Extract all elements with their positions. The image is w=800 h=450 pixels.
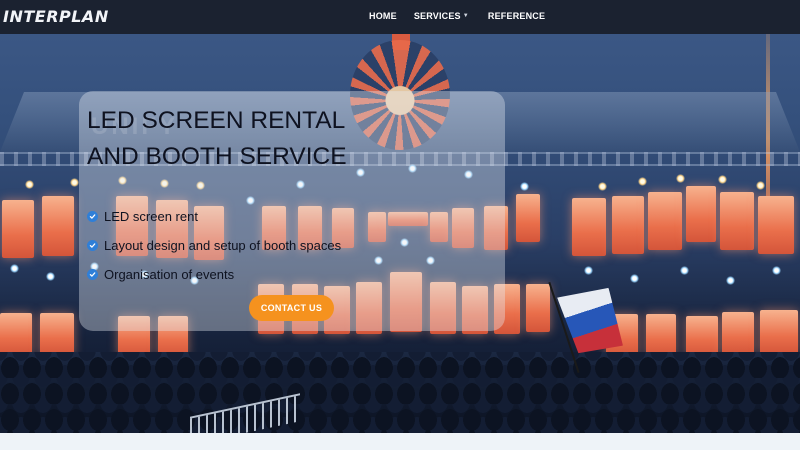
led-screen: [0, 313, 32, 355]
check-circle-icon: [87, 269, 98, 280]
feature-text: LED screen rent: [104, 209, 198, 224]
hero-title-line1: LED SCREEN RENTAL: [87, 107, 346, 134]
stage-light: [10, 264, 19, 273]
led-screen: [646, 314, 676, 356]
led-screen: [40, 313, 74, 355]
nav-services[interactable]: SERVICES ▼: [414, 11, 469, 21]
led-screen: [612, 196, 644, 254]
top-navbar: INTERPLAN HOME SERVICES ▼ REFERENCE: [0, 0, 800, 34]
stage-light: [46, 272, 55, 281]
led-screen: [526, 284, 550, 332]
stage-light: [638, 177, 647, 186]
feature-item: Organisation of events: [87, 260, 341, 289]
brand-logo[interactable]: INTERPLAN: [3, 7, 109, 26]
hero-title: LED SCREEN RENTAL AND BOOTH SERVICE: [87, 103, 487, 175]
hero-panel: UNIFY LED SCREEN RENTAL AND BOOTH SERVIC…: [79, 91, 505, 331]
chevron-down-icon: ▼: [462, 13, 469, 19]
stage-light: [630, 274, 639, 283]
led-screen: [760, 310, 798, 354]
check-circle-icon: [87, 240, 98, 251]
led-screen: [686, 316, 718, 356]
stage-light: [726, 276, 735, 285]
hero-title-line2: AND BOOTH SERVICE: [87, 143, 347, 170]
stage-light: [520, 182, 529, 191]
led-screen: [516, 194, 540, 242]
led-screen: [42, 196, 74, 256]
led-screen: [720, 192, 754, 250]
led-screen: [686, 186, 716, 242]
led-screen: [2, 200, 34, 258]
led-screen: [648, 192, 682, 250]
contact-us-button[interactable]: CONTACT US: [249, 295, 334, 321]
stage-light: [598, 182, 607, 191]
stage-light: [718, 175, 727, 184]
check-circle-icon: [87, 211, 98, 222]
stage-light: [680, 266, 689, 275]
stage-light: [25, 180, 34, 189]
led-screen: [572, 198, 606, 256]
feature-text: Organisation of events: [104, 267, 235, 282]
feature-list: LED screen rent Layout design and setup …: [87, 202, 341, 289]
feature-text: Layout design and setup of booth spaces: [104, 238, 342, 253]
stage-light: [70, 178, 79, 187]
next-section-edge: [0, 433, 800, 450]
feature-item: Layout design and setup of booth spaces: [87, 231, 341, 260]
nav-reference[interactable]: REFERENCE: [488, 11, 545, 21]
stage-light: [584, 266, 593, 275]
nav-services-label: SERVICES: [413, 11, 461, 21]
stage-light: [772, 266, 781, 275]
stage-light: [756, 181, 765, 190]
led-screen: [722, 312, 754, 354]
main-nav: HOME SERVICES ▼ REFERENCE: [369, 11, 545, 21]
stage-light: [676, 174, 685, 183]
crowd: [0, 352, 800, 433]
feature-item: LED screen rent: [87, 202, 341, 231]
nav-home[interactable]: HOME: [369, 11, 397, 21]
led-screen: [758, 196, 794, 254]
